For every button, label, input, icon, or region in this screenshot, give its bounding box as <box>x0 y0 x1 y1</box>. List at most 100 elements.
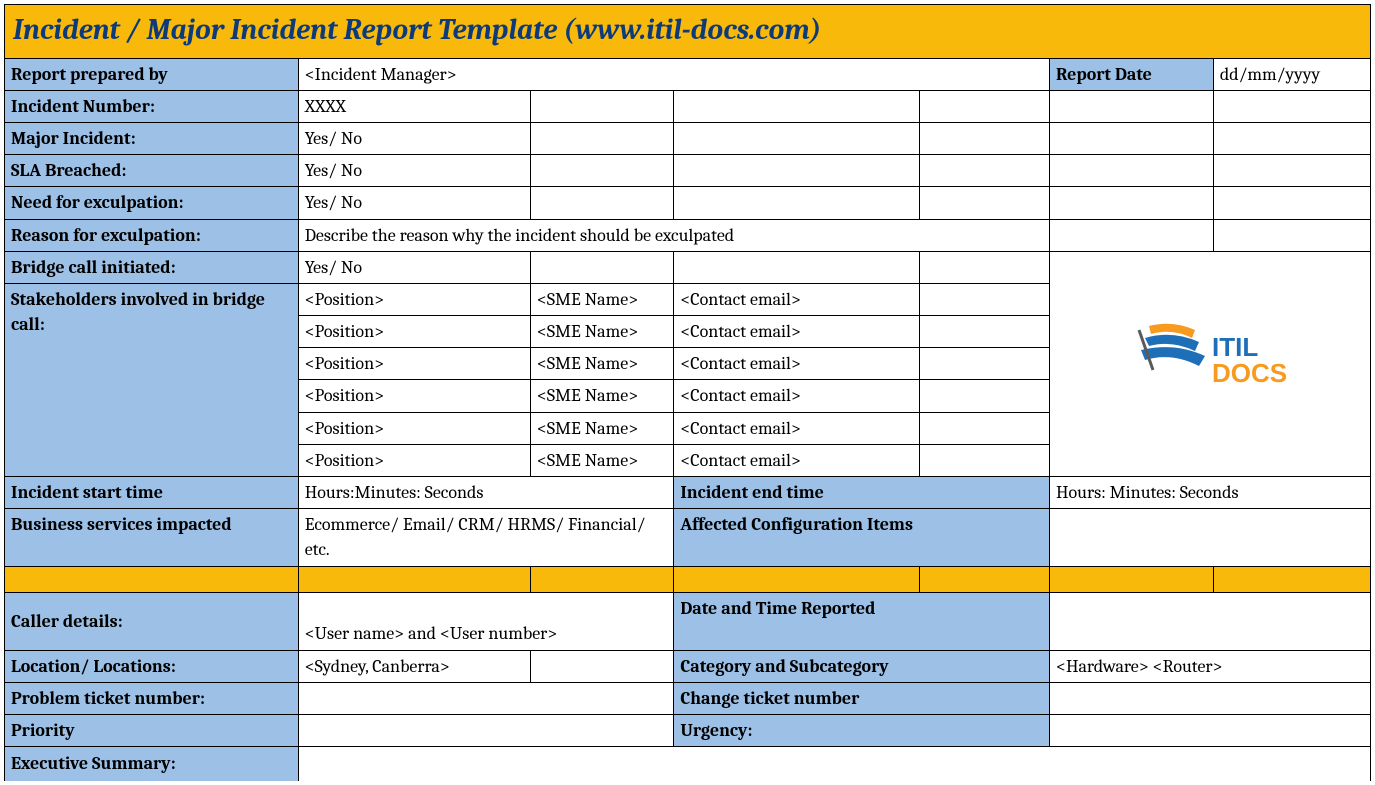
priority-value[interactable] <box>298 714 674 746</box>
empty-cell <box>920 155 1050 187</box>
empty-cell <box>1049 219 1213 251</box>
incident-number-value[interactable]: XXXX <box>298 90 530 122</box>
stakeholder-position[interactable]: <Position> <box>298 348 530 380</box>
stakeholder-position[interactable]: <Position> <box>298 316 530 348</box>
problem-ticket-label: Problem ticket number: <box>5 682 299 714</box>
urgency-value[interactable] <box>1049 714 1370 746</box>
date-time-reported-value[interactable] <box>1049 592 1370 650</box>
empty-cell <box>920 251 1050 283</box>
bridge-call-value[interactable]: Yes/ No <box>298 251 530 283</box>
stakeholder-sme[interactable]: <SME Name> <box>530 348 673 380</box>
affected-ci-value[interactable] <box>1049 509 1370 566</box>
business-services-value[interactable]: Ecommerce/ Email/ CRM/ HRMS/ Financial/ … <box>298 509 674 566</box>
reason-exculpation-value[interactable]: Describe the reason why the incident sho… <box>298 219 1049 251</box>
report-date-value[interactable]: dd/mm/yyyy <box>1213 58 1370 90</box>
empty-cell <box>530 122 673 154</box>
incident-start-label: Incident start time <box>5 477 299 509</box>
stakeholder-sme[interactable]: <SME Name> <box>530 380 673 412</box>
empty-cell <box>920 283 1050 315</box>
incident-start-value[interactable]: Hours:Minutes: Seconds <box>298 477 674 509</box>
page-title: Incident / Major Incident Report Templat… <box>5 5 1371 59</box>
need-exculpation-label: Need for exculpation: <box>5 187 299 219</box>
bridge-call-label: Bridge call initiated: <box>5 251 299 283</box>
empty-cell <box>530 650 673 682</box>
reason-exculpation-label: Reason for exculpation: <box>5 219 299 251</box>
empty-cell <box>1213 219 1370 251</box>
incident-end-label: Incident end time <box>674 477 1050 509</box>
empty-cell <box>920 122 1050 154</box>
stakeholder-sme[interactable]: <SME Name> <box>530 444 673 476</box>
location-value[interactable]: <Sydney, Canberra> <box>298 650 530 682</box>
stakeholder-email[interactable]: <Contact email> <box>674 283 920 315</box>
stakeholder-position[interactable]: <Position> <box>298 412 530 444</box>
empty-cell <box>1213 122 1370 154</box>
need-exculpation-value[interactable]: Yes/ No <box>298 187 530 219</box>
separator <box>674 566 920 592</box>
stakeholder-position[interactable]: <Position> <box>298 380 530 412</box>
urgency-label: Urgency: <box>674 714 1050 746</box>
stakeholder-email[interactable]: <Contact email> <box>674 316 920 348</box>
problem-ticket-value[interactable] <box>298 682 674 714</box>
empty-cell <box>674 90 920 122</box>
major-incident-label: Major Incident: <box>5 122 299 154</box>
stakeholder-email[interactable]: <Contact email> <box>674 444 920 476</box>
category-value[interactable]: <Hardware> <Router> <box>1049 650 1370 682</box>
empty-cell <box>920 316 1050 348</box>
empty-cell <box>674 122 920 154</box>
empty-cell <box>1213 155 1370 187</box>
separator <box>298 566 530 592</box>
separator <box>530 566 673 592</box>
empty-cell <box>674 155 920 187</box>
empty-cell <box>920 187 1050 219</box>
separator <box>5 566 299 592</box>
caller-details-value[interactable]: <User name> and <User number> <box>298 592 674 650</box>
empty-cell <box>674 187 920 219</box>
incident-report-table: Incident / Major Incident Report Templat… <box>4 4 1371 781</box>
category-label: Category and Subcategory <box>674 650 1050 682</box>
stakeholder-email[interactable]: <Contact email> <box>674 412 920 444</box>
incident-end-value[interactable]: Hours: Minutes: Seconds <box>1049 477 1370 509</box>
report-prepared-by-label: Report prepared by <box>5 58 299 90</box>
stakeholder-position[interactable]: <Position> <box>298 444 530 476</box>
report-date-label: Report Date <box>1049 58 1213 90</box>
itil-docs-logo: ITIL DOCS <box>1127 318 1292 403</box>
empty-cell <box>1213 187 1370 219</box>
affected-ci-label: Affected Configuration Items <box>674 509 1050 566</box>
priority-label: Priority <box>5 714 299 746</box>
empty-cell <box>920 90 1050 122</box>
empty-cell <box>1049 90 1213 122</box>
logo-area: ITIL DOCS <box>1049 251 1370 476</box>
empty-cell <box>1049 122 1213 154</box>
stakeholders-label: Stakeholders involved in bridge call: <box>5 283 299 476</box>
empty-cell <box>920 380 1050 412</box>
stakeholder-sme[interactable]: <SME Name> <box>530 412 673 444</box>
change-ticket-label: Change ticket number <box>674 682 1050 714</box>
stakeholder-sme[interactable]: <SME Name> <box>530 283 673 315</box>
report-prepared-by-value[interactable]: <Incident Manager> <box>298 58 1049 90</box>
logo-text-docs: DOCS <box>1212 358 1287 388</box>
stakeholder-position[interactable]: <Position> <box>298 283 530 315</box>
empty-cell <box>920 412 1050 444</box>
empty-cell <box>1049 155 1213 187</box>
empty-cell <box>530 187 673 219</box>
sla-breached-value[interactable]: Yes/ No <box>298 155 530 187</box>
exec-summary-label: Executive Summary: <box>5 747 299 782</box>
separator <box>920 566 1050 592</box>
stakeholder-email[interactable]: <Contact email> <box>674 380 920 412</box>
stakeholder-sme[interactable]: <SME Name> <box>530 316 673 348</box>
exec-summary-value[interactable] <box>298 747 1370 782</box>
change-ticket-value[interactable] <box>1049 682 1370 714</box>
empty-cell <box>530 155 673 187</box>
empty-cell <box>920 348 1050 380</box>
business-services-label: Business services impacted <box>5 509 299 566</box>
location-label: Location/ Locations: <box>5 650 299 682</box>
stakeholder-email[interactable]: <Contact email> <box>674 348 920 380</box>
caller-details-label: Caller details: <box>5 592 299 650</box>
sla-breached-label: SLA Breached: <box>5 155 299 187</box>
major-incident-value[interactable]: Yes/ No <box>298 122 530 154</box>
empty-cell <box>1049 187 1213 219</box>
empty-cell <box>530 90 673 122</box>
empty-cell <box>674 251 920 283</box>
date-time-reported-label: Date and Time Reported <box>674 592 1050 650</box>
empty-cell <box>920 444 1050 476</box>
